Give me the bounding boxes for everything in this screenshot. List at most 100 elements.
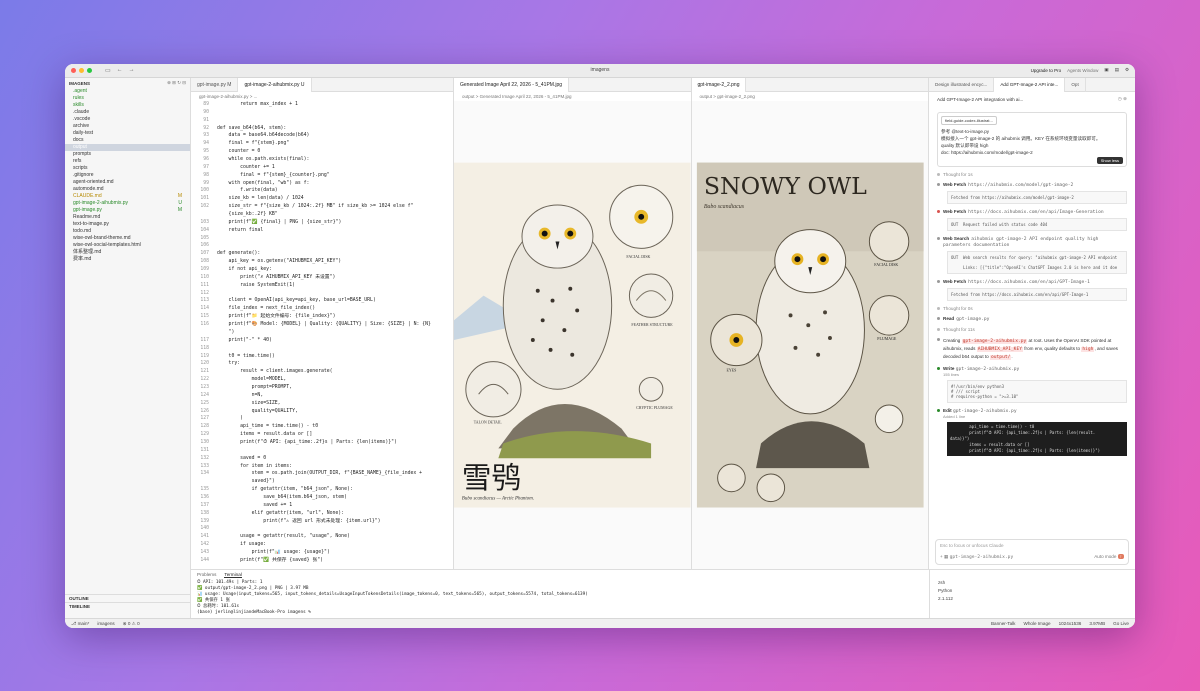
step-detail[interactable]: gpt-image.py xyxy=(956,317,989,322)
agents-window-link[interactable]: Agents Window xyxy=(1067,68,1098,73)
file-tree-item[interactable]: rules xyxy=(65,95,190,102)
add-icon[interactable]: + xyxy=(940,554,943,559)
settings-icon[interactable]: ⚙ xyxy=(1125,67,1129,73)
code-area[interactable]: 89 return max_index + 1 90 91 92 def save_b6… xyxy=(191,101,453,569)
step-detail[interactable]: https://docs.aihubmix.com/en/api/GPT-Ima… xyxy=(968,280,1090,285)
file-tree-item[interactable]: 体系整理.md xyxy=(65,249,190,256)
line-number: 102 xyxy=(200,204,209,210)
image-viewer-2[interactable]: SNOWY OWL Bubo scandiacus FACIAL DISK PL… xyxy=(691,101,928,570)
history-icon[interactable]: ◷ ⊕ xyxy=(1118,96,1127,102)
code-line: 142 if usage: xyxy=(191,541,453,549)
code-line: 121 result = client.images.generate( xyxy=(191,368,453,376)
chat-tab-2[interactable]: Add GPT-Image-2 API inte... xyxy=(994,78,1066,92)
code-text: with open(final, "wb") as f: xyxy=(217,180,310,186)
file-tree-item[interactable]: archive xyxy=(65,123,190,130)
chat-tab-1[interactable]: Design illustrated encyc... xyxy=(929,78,995,92)
label-talon-detail: TALON DETAIL xyxy=(474,420,503,425)
status-item[interactable]: 1024x1536 xyxy=(1059,621,1082,626)
file-tree-item[interactable]: todo.md xyxy=(65,228,190,235)
tab-gpt-image-2-aihubmix[interactable]: gpt-image-2-aihubmix.py U xyxy=(238,78,312,92)
file-tree-item[interactable]: output xyxy=(65,144,190,151)
file-tree-item[interactable]: skills xyxy=(65,102,190,109)
file-tree-item[interactable]: gpt-image.py M xyxy=(65,207,190,214)
upgrade-link[interactable]: Upgrade to Pro xyxy=(1031,68,1062,73)
breadcrumb[interactable]: gpt-image-2-aihubmix.py > ... xyxy=(191,92,453,101)
branch-indicator[interactable]: ⎇ main* xyxy=(71,621,89,627)
image-viewer-1[interactable]: FACIAL DISK FEATHER STRUCTURE CRYPTIC PL… xyxy=(454,101,691,570)
status-item[interactable]: Banner-Talk xyxy=(991,621,1016,626)
terminal-python[interactable]: Python xyxy=(938,588,1127,596)
write-sub: 155 lines xyxy=(943,372,960,377)
file-tree-item[interactable]: gpt-image-2-aihubmix.py U xyxy=(65,200,190,207)
explorer-actions-icon[interactable]: ⊕ ⊞ ↻ ⊟ xyxy=(167,80,186,86)
chat-title[interactable]: Add GPT-Image-2 API integration with ai.… xyxy=(937,97,1023,102)
explorer-root[interactable]: IMAGENS xyxy=(69,81,90,86)
status-item[interactable]: Whole Image xyxy=(1023,621,1050,626)
file-tree-item[interactable]: daily-test xyxy=(65,130,190,137)
file-tree-item[interactable]: .vscode xyxy=(65,116,190,123)
terminal[interactable]: Problems Terminal ⏱ API: 101.49s | Parts… xyxy=(191,570,929,618)
file-tree-label: agent-oriented.md xyxy=(73,179,114,185)
write-file[interactable]: gpt-image-2-aihubmix.py xyxy=(956,367,1020,372)
code-line: 132 saved = 0 xyxy=(191,455,453,463)
agent-step-row: Web Fetch https://docs.aihubmix.com/en/ap… xyxy=(937,279,1127,285)
attached-file-chip[interactable]: field-guide-codex-illustrat... xyxy=(941,116,997,125)
status-item[interactable]: 3.97MB xyxy=(1089,621,1105,626)
file-tree-item[interactable]: wise-owl-social-templates.html xyxy=(65,242,190,249)
chat-tab-3[interactable]: Opt xyxy=(1065,78,1086,92)
panel-icon[interactable]: ▤ xyxy=(1115,67,1119,73)
outline-section[interactable]: OUTLINE xyxy=(65,594,190,602)
chat-input[interactable]: Esc to focus or unfocus Claude + ▦ gpt-i… xyxy=(935,539,1129,566)
file-tree-item[interactable]: Readme.md xyxy=(65,214,190,221)
file-tree-item[interactable]: .claude xyxy=(65,109,190,116)
file-tree-item[interactable]: .agent xyxy=(65,88,190,95)
file-tree-item[interactable]: .gitignore xyxy=(65,172,190,179)
bottom-panel: Problems Terminal ⏱ API: 101.49s | Parts… xyxy=(191,569,1135,618)
line-number: 93 xyxy=(203,133,209,139)
timeline-section[interactable]: TIMELINE xyxy=(65,602,190,610)
file-tree-item[interactable]: scripts xyxy=(65,165,190,172)
tab-terminal[interactable]: Terminal xyxy=(224,572,242,579)
terminal-version[interactable]: 2.1.112 xyxy=(938,596,1127,604)
tab-problems[interactable]: Problems xyxy=(197,572,216,578)
file-tree-item[interactable]: agent-oriented.md xyxy=(65,179,190,186)
file-tree-item[interactable]: docs xyxy=(65,137,190,144)
image-breadcrumb-1[interactable]: output > Generated Image April 22, 2026 … xyxy=(454,92,691,101)
file-tree-item[interactable]: CLAUDE.md M xyxy=(65,193,190,200)
code-line: 104 return final xyxy=(191,227,453,235)
code-line: 108 api_key = os.getenv("AIHUBMIX_API_KE… xyxy=(191,258,453,266)
file-tree-item[interactable]: 费率.md xyxy=(65,256,190,263)
file-badge: M xyxy=(177,207,182,213)
file-tree-item[interactable]: text-to-image.py xyxy=(65,221,190,228)
status-item[interactable]: Go Live xyxy=(1113,621,1129,626)
problems-indicator[interactable]: ⊗ 0 ⚠ 0 xyxy=(123,621,140,627)
code-line: 125 size=SIZE, xyxy=(191,400,453,408)
step-detail[interactable]: https://aihubmix.com/model/gpt-image-2 xyxy=(968,183,1073,188)
step-detail[interactable]: https://docs.aihubmix.com/en/api/Image-G… xyxy=(968,210,1104,215)
show-less-button[interactable]: Show less xyxy=(1096,157,1123,164)
input-file-chip[interactable]: gpt-image-2-aihubmix.py xyxy=(950,555,1014,560)
line-number: 129 xyxy=(200,432,209,438)
code-line: 102 size_str = f"{size_kb / 1024:.2f} MB… xyxy=(191,203,453,211)
tab-gpt-image[interactable]: gpt-image.py M xyxy=(191,78,239,92)
mode-selector[interactable]: Auto mode xyxy=(1094,554,1116,559)
terminal-zsh[interactable]: zsh xyxy=(938,580,1127,588)
file-tree-label: 费率.md xyxy=(73,256,92,262)
file-tree-item[interactable]: wise-owl-brand-theme.md xyxy=(65,235,190,242)
image-breadcrumb-2[interactable]: output > gpt-image-2_2.png xyxy=(692,92,929,101)
layout-icon[interactable]: ▣ xyxy=(1104,67,1108,73)
file-tree-item[interactable]: prompts xyxy=(65,151,190,158)
step-output: OUT Web search results for query: "aihub… xyxy=(947,251,1127,274)
code-line: 98 final = f"{stem}_{counter}.png" xyxy=(191,172,453,180)
file-tree-item[interactable]: automode.md xyxy=(65,186,190,193)
tab-generated-image[interactable]: Generated Image April 22, 2026 - 5_41PM.… xyxy=(454,78,570,92)
code-line: 106 xyxy=(191,242,453,250)
project-name[interactable]: imagens xyxy=(97,621,114,627)
image-pane-2: gpt-image-2_2.png output > gpt-image-2_2… xyxy=(691,78,929,570)
line-number: 132 xyxy=(200,455,209,461)
send-button[interactable]: ↑ xyxy=(1117,554,1124,560)
code-line: 116 print(f"🎨 Model: {MODEL} | Quality: … xyxy=(191,321,453,329)
line-number: 116 xyxy=(200,322,209,328)
file-tree-item[interactable]: refs xyxy=(65,158,190,165)
tab-gpt-image-2-png[interactable]: gpt-image-2_2.png xyxy=(691,78,747,92)
